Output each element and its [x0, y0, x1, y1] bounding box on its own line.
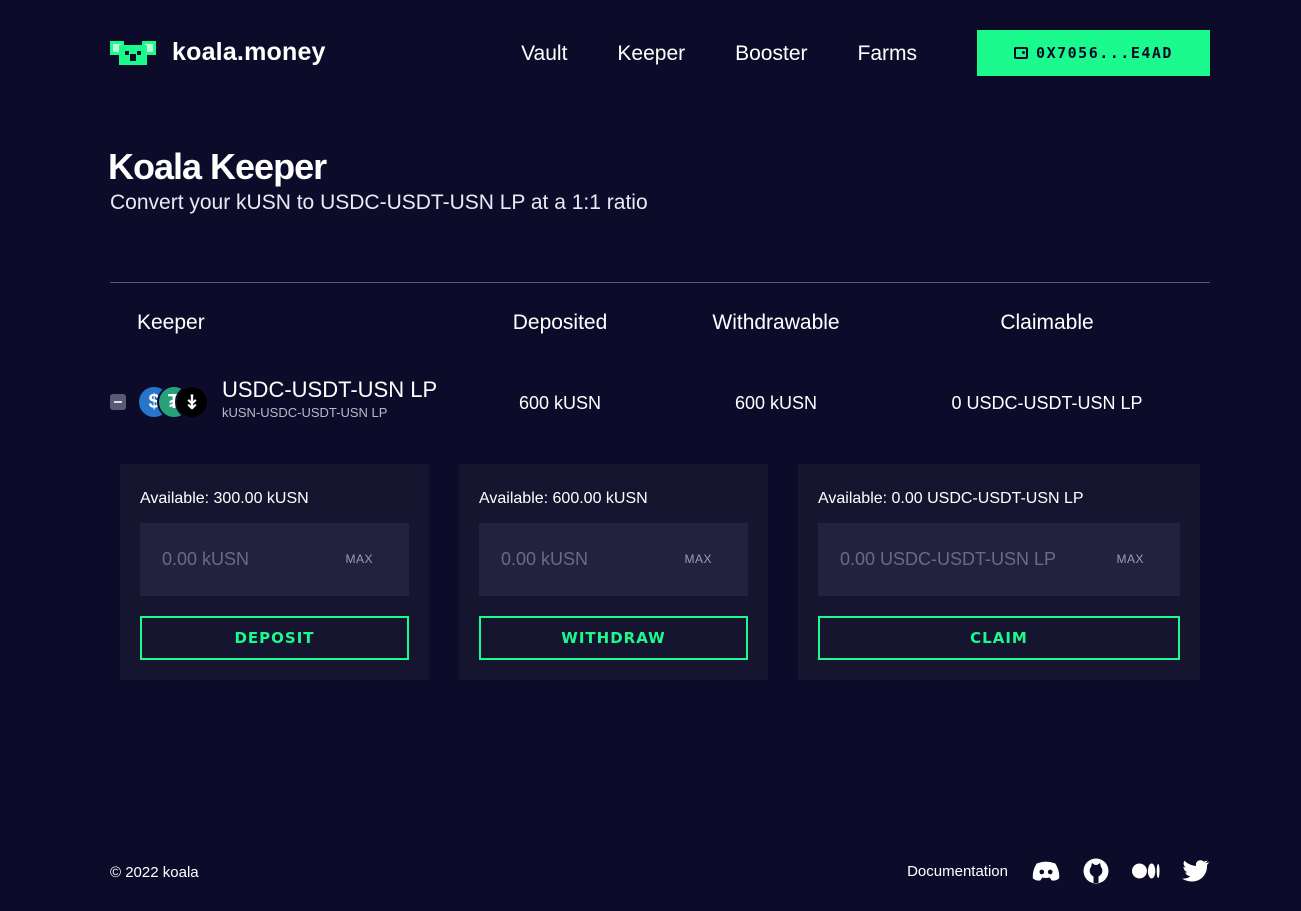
- header: koala.money Vault Keeper Booster Farms 0…: [110, 30, 1210, 76]
- koala-logo-icon: [110, 40, 156, 65]
- page-title: Koala Keeper: [108, 146, 327, 187]
- wallet-icon: [1014, 47, 1029, 59]
- token-icons: $ ₮ ↡: [137, 385, 209, 421]
- copyright: © 2022 koala: [110, 864, 199, 881]
- claim-max-button[interactable]: MAX: [1116, 552, 1144, 566]
- withdraw-button[interactable]: WITHDRAW: [479, 616, 748, 660]
- withdrawable-value: 600 kUSN: [734, 393, 818, 413]
- twitter-icon[interactable]: [1182, 857, 1210, 885]
- nav-booster[interactable]: Booster: [735, 42, 807, 66]
- documentation-link[interactable]: Documentation: [907, 863, 1008, 880]
- minus-icon: [114, 401, 122, 403]
- withdraw-max-button[interactable]: MAX: [684, 552, 712, 566]
- keeper-name: USDC-USDT-USN LP: [222, 377, 438, 402]
- wallet-button[interactable]: 0X7056...E4AD: [977, 30, 1210, 76]
- column-header-keeper: Keeper: [137, 311, 205, 334]
- page-subtitle: Convert your kUSN to USDC-USDT-USN LP at…: [110, 191, 648, 214]
- discord-icon[interactable]: [1032, 857, 1060, 885]
- claim-input-box: MAX: [818, 523, 1180, 596]
- claim-button[interactable]: CLAIM: [818, 616, 1180, 660]
- deposited-value: 600 kUSN: [518, 393, 602, 413]
- medium-icon[interactable]: [1132, 857, 1160, 885]
- usn-icon: ↡: [175, 385, 209, 419]
- column-header-deposited: Deposited: [512, 311, 608, 334]
- nav-farms[interactable]: Farms: [858, 42, 918, 66]
- logo-text: koala.money: [172, 38, 326, 66]
- logo[interactable]: koala.money: [110, 38, 326, 67]
- column-header-withdrawable: Withdrawable: [712, 311, 840, 334]
- deposit-button[interactable]: DEPOSIT: [140, 616, 409, 660]
- divider: [110, 282, 1210, 283]
- withdraw-available: Available: 600.00 kUSN: [479, 490, 648, 507]
- footer-links: Documentation: [907, 857, 1210, 885]
- claim-panel: Available: 0.00 USDC-USDT-USN LP MAX CLA…: [798, 464, 1200, 680]
- column-header-claimable: Claimable: [1000, 311, 1094, 334]
- deposit-input-box: MAX: [140, 523, 409, 596]
- keeper-subname: kUSN-USDC-USDT-USN LP: [222, 405, 388, 420]
- github-icon[interactable]: [1082, 857, 1110, 885]
- claim-available: Available: 0.00 USDC-USDT-USN LP: [818, 490, 1084, 507]
- collapse-toggle[interactable]: [110, 394, 126, 410]
- claimable-value: 0 USDC-USDT-USN LP: [951, 393, 1143, 413]
- nav-vault[interactable]: Vault: [521, 42, 567, 66]
- main-nav: Vault Keeper Booster Farms: [521, 42, 917, 66]
- deposit-panel: Available: 300.00 kUSN MAX DEPOSIT: [120, 464, 429, 680]
- deposit-available: Available: 300.00 kUSN: [140, 490, 309, 507]
- wallet-address: 0X7056...E4AD: [1036, 44, 1173, 62]
- deposit-max-button[interactable]: MAX: [345, 552, 373, 566]
- withdraw-input-box: MAX: [479, 523, 748, 596]
- withdraw-panel: Available: 600.00 kUSN MAX WITHDRAW: [459, 464, 768, 680]
- nav-keeper[interactable]: Keeper: [617, 42, 685, 66]
